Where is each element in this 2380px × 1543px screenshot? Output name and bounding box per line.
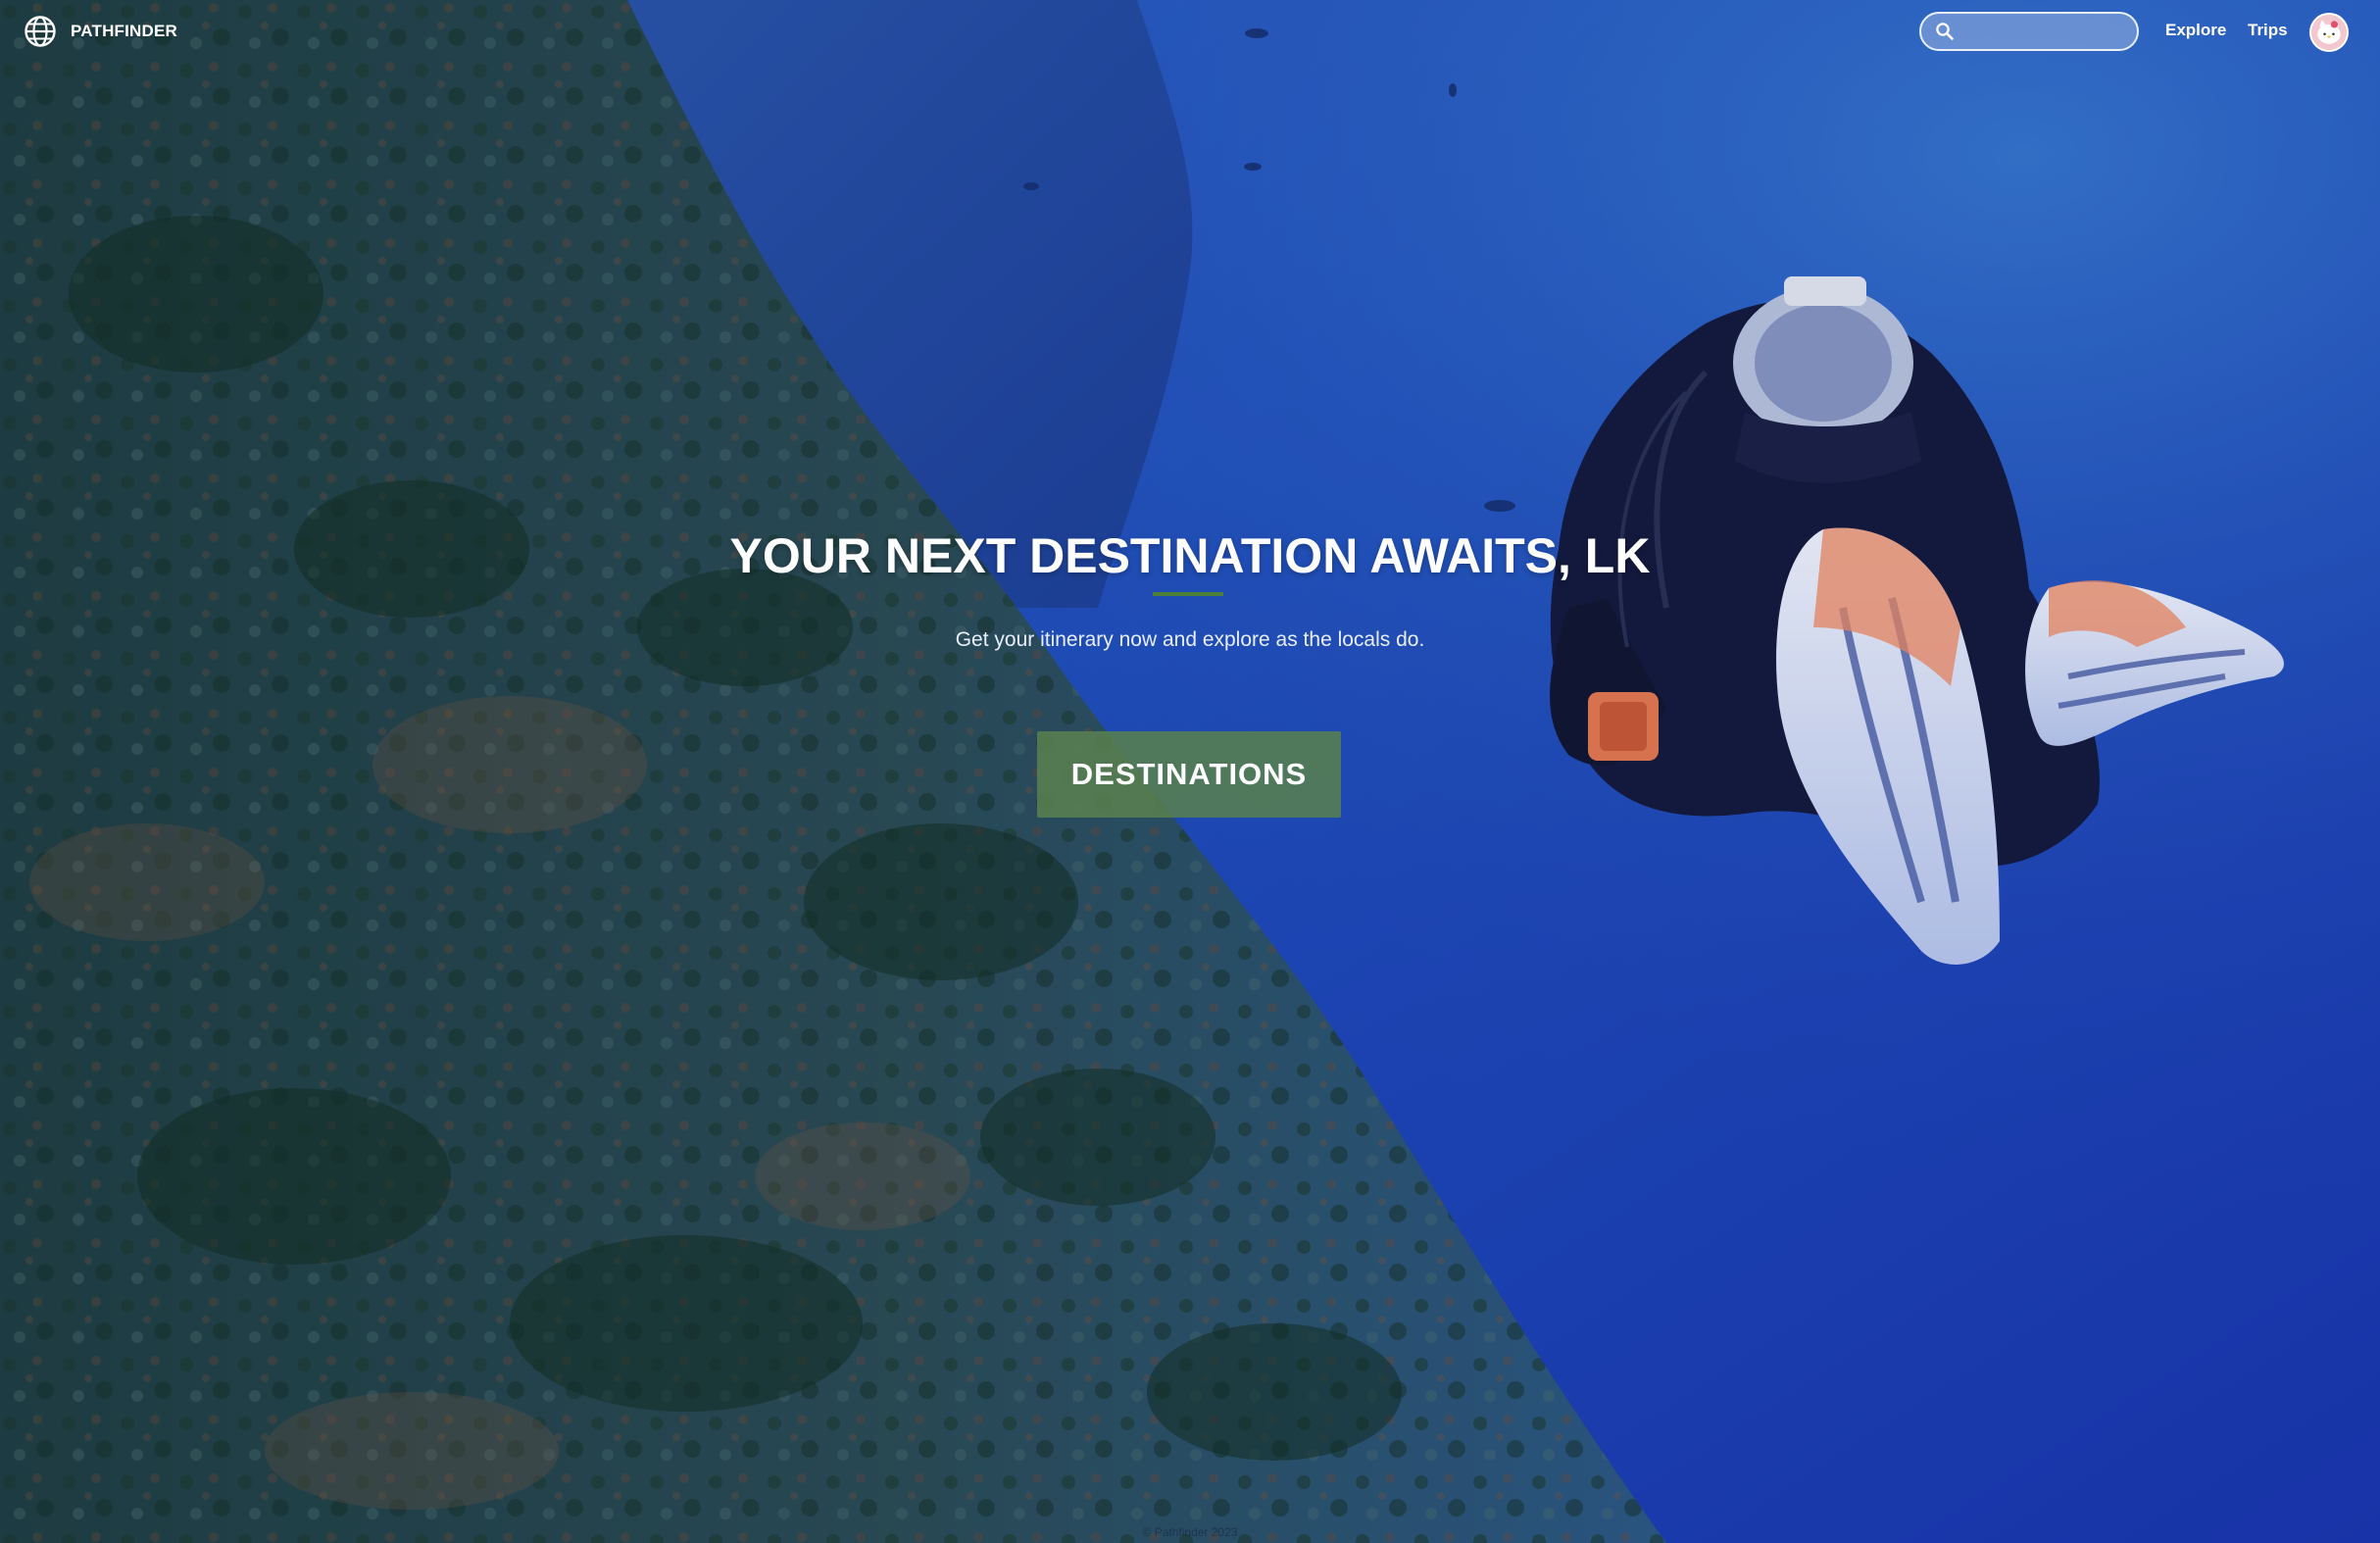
title-divider [1153, 592, 1223, 596]
globe-icon [25, 16, 56, 47]
avatar-icon [2311, 15, 2347, 50]
brand-logo-link[interactable]: PATHFINDER [24, 14, 177, 49]
brand-name: PATHFINDER [71, 22, 178, 40]
hero-subtitle: Get your itinerary now and explore as th… [955, 628, 1425, 651]
nav-link-trips[interactable]: Trips [2248, 20, 2288, 41]
landing-page: PATHFINDER Explore Trips YOUR NEXT DESTI… [0, 0, 2380, 1543]
nav-link-explore[interactable]: Explore [2165, 20, 2226, 41]
footer-copyright: © Pathfinder 2023 [1142, 1525, 1238, 1539]
top-navbar: PATHFINDER Explore Trips [0, 0, 2380, 63]
search-icon [1936, 23, 1954, 40]
search-input[interactable] [1955, 15, 2137, 48]
destinations-button[interactable]: DESTINATIONS [1037, 731, 1341, 818]
search-bar[interactable] [1919, 12, 2139, 51]
avatar[interactable] [2309, 13, 2349, 52]
hero-title: YOUR NEXT DESTINATION AWAITS, LK [729, 528, 1651, 583]
